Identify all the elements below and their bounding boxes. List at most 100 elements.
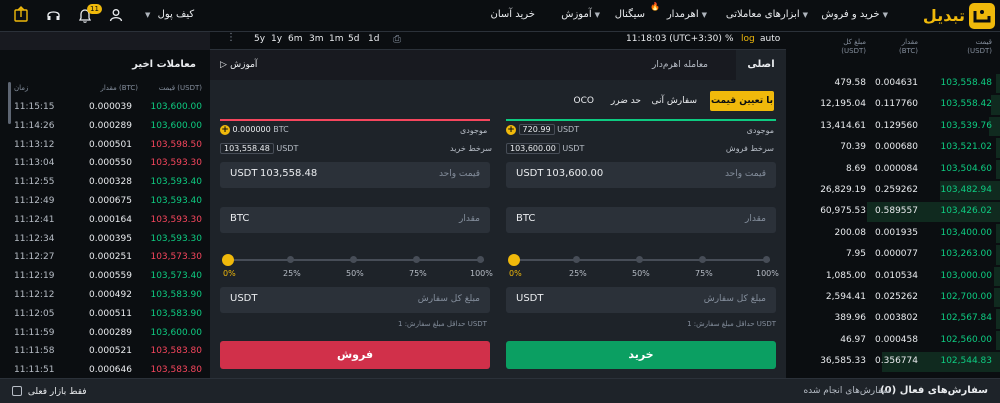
buy-total-field[interactable]: مبلغ کل سفارش USDT bbox=[506, 287, 776, 313]
sell-slider-handle[interactable] bbox=[222, 254, 234, 266]
sell-amount-label: مقدار bbox=[459, 214, 480, 224]
order-type-market[interactable]: سفارش آنی bbox=[651, 96, 697, 106]
wallet-menu[interactable]: ▼ کیف پول bbox=[142, 9, 194, 20]
orderbook-row[interactable]: 70.39 0.000680 103,521.02 bbox=[786, 137, 1000, 158]
trade-amount: 0.000251 bbox=[89, 252, 132, 263]
snapshot-icon[interactable]: ⎙ bbox=[393, 34, 401, 45]
range-5d[interactable]: 5d bbox=[348, 34, 359, 44]
buy-slider-mark: 25% bbox=[569, 269, 587, 278]
buy-price-field[interactable]: قیمت واحد USDT 103,600.00 bbox=[506, 162, 776, 188]
sell-slider[interactable]: 0% 25% 50% 75% 100% bbox=[220, 254, 493, 278]
range-1d[interactable]: 1d bbox=[368, 34, 379, 44]
orderbook-row[interactable]: 36,585.33 0.356774 102,544.83 bbox=[786, 351, 1000, 372]
nav-trade[interactable]: خرید و فروش ▼ bbox=[821, 9, 888, 20]
orderbook-row[interactable]: 7.95 0.000077 103,263.00 bbox=[786, 244, 1000, 265]
chart-menu-icon[interactable]: ⋮ bbox=[226, 32, 236, 43]
orderbook-row[interactable]: 389.96 0.003802 102,567.84 bbox=[786, 308, 1000, 329]
tutorial-link[interactable]: ▷ آموزش bbox=[220, 59, 257, 70]
nav-signal[interactable]: سیگنال bbox=[615, 9, 645, 20]
buy-button-label: خرید bbox=[628, 348, 654, 361]
add-funds-icon[interactable]: + bbox=[506, 125, 516, 135]
trade-row: 11:14:26 0.000289 103,600.00 bbox=[0, 117, 210, 137]
orderbook-row[interactable]: 200.08 0.001935 103,400.00 bbox=[786, 223, 1000, 244]
orderbook-total: 70.39 bbox=[840, 142, 866, 153]
chart-mode-percent[interactable]: % bbox=[725, 34, 734, 44]
sell-amount-field[interactable]: مقدار BTC bbox=[220, 207, 490, 233]
tab-margin-trade[interactable]: معامله اهرم‌دار bbox=[652, 60, 708, 70]
orderbook-row[interactable]: 1,085.00 0.010534 103,000.00 bbox=[786, 266, 1000, 287]
orderbook-row[interactable]: 8.69 0.000084 103,504.60 bbox=[786, 159, 1000, 180]
range-6m[interactable]: 6m bbox=[288, 34, 303, 44]
add-funds-icon[interactable]: + bbox=[220, 125, 230, 135]
buy-balance[interactable]: + 720.99 USDT bbox=[506, 124, 580, 135]
buy-slider[interactable]: 0% 25% 50% 75% 100% bbox=[506, 254, 779, 278]
buy-ref-unit: USDT bbox=[562, 144, 585, 153]
range-3m[interactable]: 3m bbox=[309, 34, 324, 44]
trade-price: 103,593.30 bbox=[150, 214, 202, 225]
sell-slider-tick bbox=[477, 256, 484, 263]
orderbook-row[interactable]: 479.58 0.004631 103,558.48 bbox=[786, 73, 1000, 94]
sell-balance[interactable]: + 0.000000 BTC bbox=[220, 125, 289, 135]
current-market-only-label: فقط بازار فعلی bbox=[27, 386, 87, 397]
order-type-oco[interactable]: OCO bbox=[574, 96, 594, 106]
trade-time: 11:14:26 bbox=[14, 120, 55, 131]
orderbook-row[interactable]: 60,975.53 0.589557 103,426.02 bbox=[786, 201, 1000, 222]
nav-margin[interactable]: اهرمدار ▼ bbox=[667, 9, 707, 20]
nav-easy-buy[interactable]: خرید آسان bbox=[491, 9, 535, 20]
chart-mode-log[interactable]: log bbox=[741, 34, 755, 44]
trade-time: 11:12:34 bbox=[14, 233, 55, 244]
orderbook-price: 103,263.00 bbox=[940, 249, 992, 260]
trade-row: 11:12:05 0.000511 103,583.90 bbox=[0, 305, 210, 325]
upload-icon[interactable] bbox=[14, 6, 28, 22]
depth-bar bbox=[995, 74, 1000, 94]
buy-ref-value: 103,600.00 bbox=[506, 143, 560, 154]
orderbook-amount: 0.000458 bbox=[875, 334, 918, 345]
recent-trades-panel: معاملات اخیر قیمت (USDT) مقدار (BTC) زما… bbox=[0, 50, 210, 378]
range-1m[interactable]: 1m bbox=[329, 34, 344, 44]
tab-done-orders[interactable]: سفارش‌های انجام شده bbox=[803, 386, 890, 396]
buy-slider-mark: 100% bbox=[756, 269, 779, 278]
orderbook-row[interactable]: 2,594.41 0.025262 102,700.00 bbox=[786, 287, 1000, 308]
logo[interactable]: تبدیل bbox=[905, 3, 995, 29]
buy-slider-handle[interactable] bbox=[508, 254, 520, 266]
chart-mode-auto[interactable]: auto bbox=[760, 34, 780, 44]
trade-amount: 0.000501 bbox=[89, 139, 132, 150]
orderbook-row[interactable]: 12,195.04 0.117760 103,558.42 bbox=[786, 94, 1000, 115]
recent-trades-title: معاملات اخیر bbox=[132, 59, 196, 70]
buy-balance-unit: USDT bbox=[557, 125, 580, 134]
buy-button[interactable]: خرید bbox=[506, 341, 776, 369]
sell-button[interactable]: فروش bbox=[220, 341, 490, 369]
trade-time: 11:12:55 bbox=[14, 177, 55, 188]
buy-min-note: حداقل مبلغ سفارش: 1 USDT bbox=[687, 320, 776, 328]
order-type-stop-loss[interactable]: حد ضرر bbox=[611, 96, 641, 106]
trade-row: 11:12:49 0.000675 103,593.40 bbox=[0, 192, 210, 212]
order-type-limit[interactable]: با تعیین قیمت bbox=[710, 91, 774, 111]
buy-slider-tick bbox=[699, 256, 706, 263]
nav-learn[interactable]: آموزش ▼ bbox=[561, 9, 600, 20]
trade-row: 11:11:58 0.000521 103,583.80 bbox=[0, 342, 210, 362]
tab-main[interactable]: اصلی bbox=[736, 50, 786, 80]
checkbox-icon[interactable] bbox=[12, 386, 22, 396]
support-headset-icon[interactable] bbox=[46, 8, 61, 23]
orderbook-row[interactable]: 46.97 0.000458 102,560.00 bbox=[786, 330, 1000, 351]
range-1y[interactable]: 1y bbox=[271, 34, 282, 44]
range-5y[interactable]: 5y bbox=[254, 34, 265, 44]
tab-active-orders[interactable]: (0) سفارش‌های فعال bbox=[880, 385, 988, 396]
sell-total-field[interactable]: مبلغ کل سفارش USDT bbox=[220, 287, 490, 313]
user-icon[interactable] bbox=[109, 8, 123, 22]
buy-amount-field[interactable]: مقدار BTC bbox=[506, 207, 776, 233]
sell-ref-price[interactable]: 103,558.48 USDT bbox=[220, 143, 298, 154]
trade-time: 11:11:51 bbox=[14, 365, 55, 376]
sell-slider-tick bbox=[287, 256, 294, 263]
orderbook-amount: 0.589557 bbox=[875, 206, 918, 217]
orderbook-row[interactable]: 13,414.61 0.129560 103,539.76 bbox=[786, 116, 1000, 137]
buy-ref-price[interactable]: 103,600.00 USDT bbox=[506, 143, 585, 154]
logo-mark-icon bbox=[969, 3, 995, 29]
trade-amount: 0.000521 bbox=[89, 346, 132, 357]
sell-price-field[interactable]: قیمت واحد USDT 103,558.48 bbox=[220, 162, 490, 188]
nav-trading-tools[interactable]: ابزارهای معاملاتی ▼ bbox=[726, 9, 808, 20]
orderbook-price: 102,700.00 bbox=[940, 292, 992, 302]
sell-total-unit: USDT bbox=[230, 293, 258, 304]
current-market-only-toggle[interactable]: فقط بازار فعلی bbox=[12, 386, 87, 397]
orderbook-row[interactable]: 26,829.19 0.259262 103,482.94 bbox=[786, 180, 1000, 201]
